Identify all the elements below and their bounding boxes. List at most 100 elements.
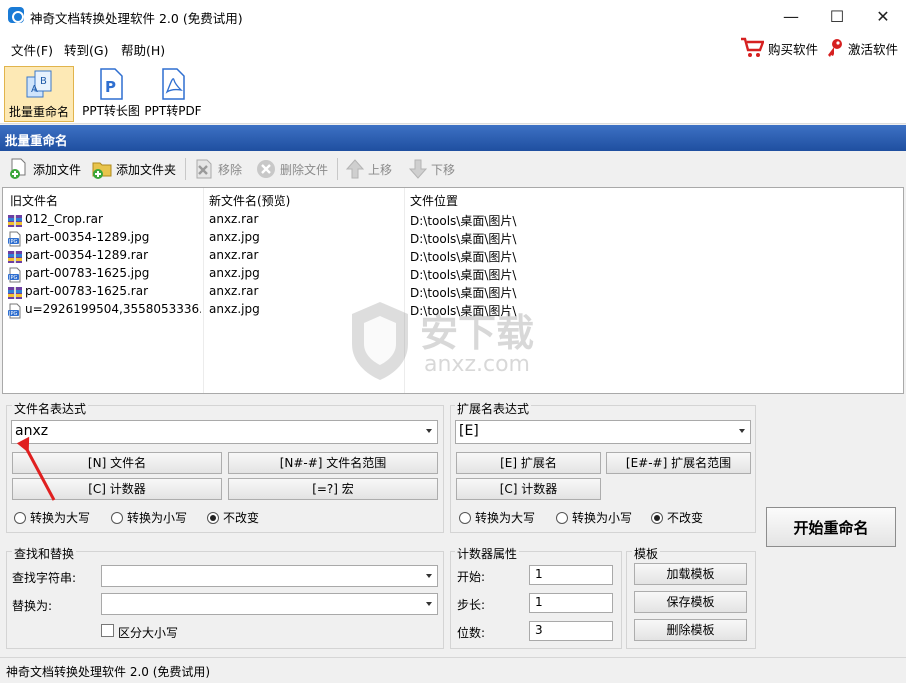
delete-template-button[interactable]: 删除模板: [634, 619, 747, 641]
ext-radio-lowercase[interactable]: 转换为小写: [556, 509, 632, 526]
new-file-name: anxz.jpg: [209, 230, 260, 244]
filename-expression-label: 文件名表达式: [12, 400, 89, 417]
arrow-up-icon: [345, 159, 365, 179]
insert-ext-counter-button[interactable]: [C] 计数器: [456, 478, 601, 500]
table-row[interactable]: JPG part-00354-1289.jpg anxz.jpg D:\tools\桌…: [3, 230, 903, 248]
chevron-down-icon[interactable]: [426, 574, 432, 578]
tool-ppt-long-image[interactable]: P PPT转长图: [76, 66, 146, 122]
insert-extension-range-button[interactable]: [E#-#] 扩展名范围: [606, 452, 751, 474]
chevron-down-icon[interactable]: [426, 429, 432, 433]
insert-filename-range-button[interactable]: [N#-#] 文件名范围: [228, 452, 438, 474]
jpg-icon: JPG: [7, 267, 23, 283]
buy-button[interactable]: 购买软件: [740, 36, 818, 60]
radio-label: 不改变: [667, 511, 704, 525]
new-file-name: anxz.rar: [209, 212, 259, 226]
counter-step-label: 步长:: [457, 598, 486, 612]
find-string-label: 查找字符串:: [12, 571, 77, 585]
extension-expression-label: 扩展名表达式: [455, 400, 532, 417]
add-file-button[interactable]: 添加文件: [8, 158, 81, 180]
ext-radio-uppercase[interactable]: 转换为大写: [459, 509, 535, 526]
filename-radio-lowercase[interactable]: 转换为小写: [111, 509, 187, 526]
column-header-old-name[interactable]: 旧文件名: [10, 192, 58, 209]
section-title: 批量重命名: [0, 125, 906, 151]
close-button[interactable]: ✕: [860, 0, 906, 32]
insert-macro-button[interactable]: [=?] 宏: [228, 478, 438, 500]
filename-radio-unchanged[interactable]: 不改变: [207, 509, 259, 526]
replace-with-input[interactable]: [101, 593, 438, 615]
maximize-button[interactable]: ☐: [814, 0, 860, 32]
cart-icon: [741, 37, 764, 57]
remove-button[interactable]: 移除: [193, 158, 242, 180]
start-rename-button[interactable]: 开始重命名: [766, 507, 896, 547]
menu-goto[interactable]: 转到(G): [64, 40, 108, 59]
ppt-file-icon: P: [96, 68, 126, 100]
filename-radio-uppercase[interactable]: 转换为大写: [14, 509, 90, 526]
old-file-name: 012_Crop.rar: [25, 212, 103, 226]
radio-label: 转换为小写: [127, 511, 188, 525]
table-row[interactable]: JPG part-00783-1625.jpg anxz.jpg D:\tools\桌…: [3, 266, 903, 284]
buy-label: 购买软件: [768, 41, 819, 57]
column-header-path[interactable]: 文件位置: [410, 192, 458, 209]
move-up-button[interactable]: 上移: [345, 158, 392, 180]
filename-expression-combo[interactable]: anxz: [11, 420, 438, 444]
counter-digits-input[interactable]: 3: [529, 621, 613, 641]
old-file-name: part-00354-1289.rar: [25, 248, 149, 262]
delete-file-button[interactable]: 删除文件: [255, 158, 328, 180]
chevron-down-icon[interactable]: [739, 429, 745, 433]
counter-step-input[interactable]: 1: [529, 593, 613, 613]
annotation-arrow-icon: [16, 436, 56, 501]
rename-icon: AB: [24, 69, 54, 101]
add-folder-button[interactable]: 添加文件夹: [91, 158, 176, 180]
minimize-button[interactable]: —: [768, 0, 814, 32]
ext-radio-unchanged[interactable]: 不改变: [651, 509, 703, 526]
counter-properties-label: 计数器属性: [455, 545, 520, 562]
load-template-button[interactable]: 加载模板: [634, 563, 747, 585]
extension-expression-value: [E]: [459, 423, 479, 439]
menu-file[interactable]: 文件(F): [11, 40, 53, 59]
counter-start-input[interactable]: 1: [529, 565, 613, 585]
old-file-name: part-00783-1625.jpg: [25, 266, 150, 280]
menu-help[interactable]: 帮助(H): [121, 40, 165, 59]
new-file-name: anxz.rar: [209, 248, 259, 262]
save-template-button[interactable]: 保存模板: [634, 591, 747, 613]
svg-text:JPG: JPG: [8, 311, 17, 317]
arrow-down-icon: [408, 159, 428, 179]
old-file-name: part-00783-1625.rar: [25, 284, 149, 298]
case-sensitive-checkbox[interactable]: [101, 624, 114, 637]
rar-icon: [7, 249, 23, 265]
svg-text:JPG: JPG: [8, 275, 17, 281]
delete-icon: [257, 160, 275, 178]
file-location: D:\tools\桌面\图片\: [410, 268, 517, 282]
watermark: 安下载 anxz.com: [346, 298, 566, 382]
rar-icon: [7, 285, 23, 301]
add-file-icon: [10, 158, 26, 179]
column-header-new-name[interactable]: 新文件名(预览): [209, 192, 290, 209]
old-file-name: u=2926199504,3558053336...: [25, 302, 201, 316]
old-file-name: part-00354-1289.jpg: [25, 230, 150, 244]
radio-icon: [14, 511, 26, 524]
chevron-down-icon[interactable]: [426, 602, 432, 606]
add-folder-label: 添加文件夹: [116, 162, 177, 177]
watermark-text: 安下载: [420, 311, 535, 355]
add-file-label: 添加文件: [33, 162, 82, 177]
pdf-file-icon: [158, 68, 188, 100]
app-icon: [8, 7, 24, 23]
status-bar: 神奇文档转换处理软件 2.0 (免费试用): [0, 657, 906, 683]
find-string-input[interactable]: [101, 565, 438, 587]
tool-batch-rename[interactable]: AB 批量重命名: [4, 66, 74, 122]
tool-batch-label: 批量重命名: [8, 105, 69, 119]
extension-expression-combo[interactable]: [E]: [455, 420, 751, 444]
move-down-button[interactable]: 下移: [408, 158, 455, 180]
radio-icon: [459, 511, 471, 524]
add-folder-icon: [92, 162, 112, 179]
radio-label: 转换为大写: [30, 511, 91, 525]
jpg-icon: JPG: [7, 303, 23, 319]
table-row[interactable]: 012_Crop.rar anxz.rar D:\tools\桌面\图片\: [3, 212, 903, 230]
table-row[interactable]: part-00354-1289.rar anxz.rar D:\tools\桌面\图…: [3, 248, 903, 266]
move-down-label: 下移: [431, 162, 456, 177]
activate-button[interactable]: 激活软件: [826, 36, 898, 60]
toolbar-separator: [337, 158, 338, 180]
insert-extension-button[interactable]: [E] 扩展名: [456, 452, 601, 474]
tool-ppt-to-pdf[interactable]: PPT转PDF: [140, 66, 206, 122]
counter-digits-label: 位数:: [457, 626, 486, 640]
